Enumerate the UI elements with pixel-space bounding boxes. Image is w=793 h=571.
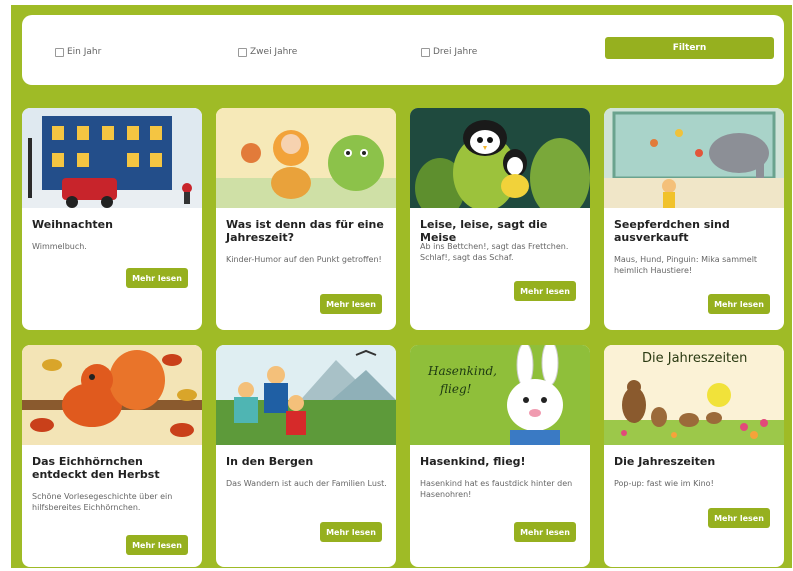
filter-option-label: Drei Jahre [433,47,478,57]
book-cover-image[interactable] [22,345,202,445]
cover-title-line2: flieg! [439,382,472,396]
book-cover-image[interactable] [604,108,784,208]
mehr-lesen-button[interactable]: Mehr lesen [708,294,770,314]
book-card: Hasenkind, flieg! Hasenkind, flieg! Hase… [410,345,590,567]
mehr-lesen-button[interactable]: Mehr lesen [320,294,382,314]
mehr-lesen-button[interactable]: Mehr lesen [708,508,770,528]
book-card: Leise, leise, sagt die Meise Ab ins Bett… [410,108,590,330]
book-title: In den Bergen [226,455,314,468]
book-title: Was ist denn das für eine Jahreszeit? [226,218,384,244]
book-cover-image[interactable] [22,108,202,208]
mehr-lesen-button[interactable]: Mehr lesen [514,522,576,542]
book-title: Hasenkind, flieg! [420,455,526,468]
book-cover-image[interactable] [410,108,590,208]
book-card: In den Bergen Das Wandern ist auch der F… [216,345,396,567]
book-card: Das Eichhörnchen entdeckt den Herbst Sch… [22,345,202,567]
checkbox[interactable] [238,47,247,57]
book-title: Das Eichhörnchen entdeckt den Herbst [32,455,160,481]
filter-panel: Ein Jahr Zwei Jahre Drei Jahre Filtern [22,15,784,85]
checkbox[interactable] [421,47,430,57]
filter-option-drei-jahre[interactable]: Drei Jahre [421,47,477,57]
filter-button[interactable]: Filtern [605,37,774,59]
book-cover-image[interactable]: Die Jahreszeiten [604,345,784,445]
mehr-lesen-button[interactable]: Mehr lesen [126,268,188,288]
book-cover-image[interactable]: Hasenkind, flieg! [410,345,590,445]
book-description: Hasenkind hat es faustdick hinter den Ha… [420,479,573,499]
filter-option-label: Zwei Jahre [250,47,298,57]
book-title: Seepferdchen sind ausverkauft [614,218,730,244]
book-description: Das Wandern ist auch der Familien Lust. [226,479,387,488]
book-title: Weihnachten [32,218,113,231]
book-card: Was ist denn das für eine Jahreszeit? Ki… [216,108,396,330]
book-description: Schöne Vorlesegeschichte über ein hilfsb… [32,492,173,512]
checkbox[interactable] [55,47,64,57]
filter-option-zwei-jahre[interactable]: Zwei Jahre [238,47,297,57]
book-description: Wimmelbuch. [32,242,87,251]
book-title: Die Jahreszeiten [614,455,716,468]
book-card: Weihnachten Wimmelbuch. Mehr lesen [22,108,202,330]
book-description: Pop-up: fast wie im Kino! [614,479,714,488]
book-card: Seepferdchen sind ausverkauft Maus, Hund… [604,108,784,330]
filter-option-ein-jahr[interactable]: Ein Jahr [55,47,101,57]
mehr-lesen-button[interactable]: Mehr lesen [514,281,576,301]
book-description: Ab ins Bettchen!, sagt das Frettchen. Sc… [420,242,569,262]
book-cover-image[interactable] [216,345,396,445]
book-card: Die Jahreszeiten Die Jahreszeiten Pop-up… [604,345,784,567]
mehr-lesen-button[interactable]: Mehr lesen [320,522,382,542]
content-frame: Ein Jahr Zwei Jahre Drei Jahre Filtern W… [11,5,792,568]
cover-title: Die Jahreszeiten [642,351,747,366]
filter-option-label: Ein Jahr [67,47,102,57]
mehr-lesen-button[interactable]: Mehr lesen [126,535,188,555]
book-description: Kinder-Humor auf den Punkt getroffen! [226,255,382,264]
book-cover-image[interactable] [216,108,396,208]
cover-title-line1: Hasenkind, [427,364,497,378]
book-description: Maus, Hund, Pinguin: Mika sammelt heimli… [614,255,758,275]
